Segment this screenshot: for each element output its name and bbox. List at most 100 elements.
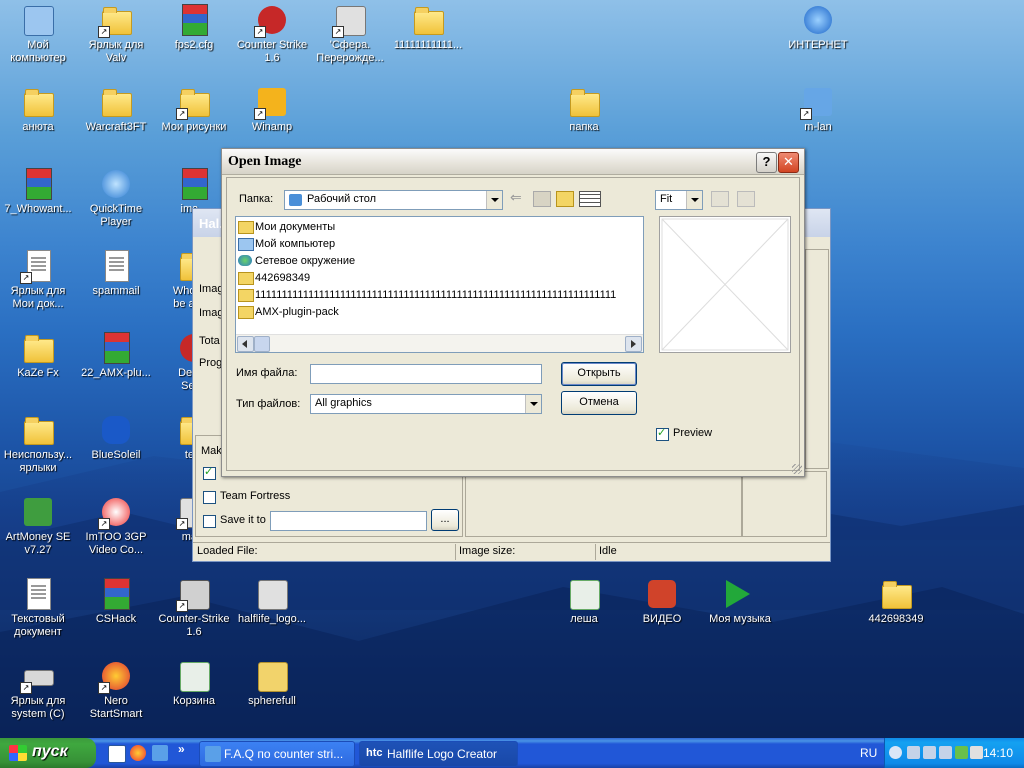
desktop-icon-label: папка [569, 121, 599, 133]
cs-icon: ↗ [176, 578, 210, 612]
volume-icon[interactable] [970, 746, 983, 759]
network-icon[interactable] [923, 746, 936, 759]
firefox-icon[interactable] [130, 745, 146, 761]
desktop-icon[interactable]: spammail [78, 250, 154, 298]
desktop-icon-label: Мой компьютер [10, 39, 66, 64]
quicklaunch-more-icon[interactable]: » [178, 742, 185, 756]
desktop-icon[interactable]: ↗ Counter Strike 1.6 [234, 4, 310, 65]
desktop-icon[interactable]: ↗ Ярлык для Мои док... [0, 250, 76, 311]
desktop-icon[interactable]: CSHack [78, 578, 154, 626]
open-button[interactable]: Открыть [561, 362, 637, 386]
back-arrow-icon[interactable]: ⇐ [510, 190, 526, 205]
desktop-icon[interactable]: Корзина [156, 660, 232, 708]
new-folder-icon[interactable] [556, 191, 574, 207]
desktop-icon[interactable]: Неиспользу... ярлыки [0, 414, 76, 475]
desktop-icon[interactable]: ↗ Ярлык для Valv [78, 4, 154, 65]
open-image-dialog[interactable]: Open Image ? ✕ Папка: Рабочий стол ⇐ Мои… [221, 148, 805, 477]
desktop-icon[interactable]: ↗ Counter-Strike 1.6 [156, 578, 232, 639]
quicklaunch-icon[interactable] [152, 745, 168, 761]
loaded-file-status: Loaded File: [197, 545, 258, 557]
desktop-icon[interactable]: ↗ ImTOO 3GP Video Co... [78, 496, 154, 557]
horizontal-scrollbar[interactable] [236, 334, 643, 352]
folder-icon [412, 4, 444, 36]
desktop-icon[interactable]: ↗ m-lan [780, 86, 856, 134]
windows-logo-icon [9, 745, 27, 761]
htc-icon: htc [366, 747, 383, 759]
filename-input[interactable] [310, 364, 542, 384]
desktop-icon[interactable]: ArtMoney SE v7.27 [0, 496, 76, 557]
save-path-input[interactable] [270, 511, 427, 531]
network-icon[interactable] [939, 746, 952, 759]
desktop-icon-label: Warcraft3FT [85, 121, 147, 133]
start-button[interactable]: пуск [0, 738, 96, 768]
desktop-icon[interactable]: папка [546, 86, 622, 134]
close-button[interactable]: ✕ [778, 152, 799, 173]
doc-icon [22, 578, 54, 610]
word-icon[interactable] [108, 745, 126, 763]
desktop-icon[interactable]: fps2.cfg [156, 4, 232, 52]
desktop-icon[interactable]: ↗ 'Сфера. Перерожде... [312, 4, 388, 65]
system-tray: 14:10 [884, 738, 1024, 768]
dialog-title-bar[interactable]: Open Image ? ✕ [222, 149, 804, 175]
desktop-icon[interactable]: halflife_logo... [234, 578, 310, 626]
view-menu-icon[interactable] [579, 191, 601, 207]
desktop-icon[interactable]: spherefull [234, 660, 310, 708]
folder-select[interactable]: Рабочий стол [284, 190, 503, 210]
tray-app-icon[interactable] [955, 746, 968, 759]
preview-checkbox[interactable] [656, 426, 669, 441]
desktop-icon[interactable]: ВИДЕО [624, 578, 700, 626]
zoom-icon[interactable] [711, 191, 729, 207]
task-halflife-logo-creator[interactable]: htc Halflife Logo Creator [359, 741, 518, 767]
desktop-icon[interactable]: ↗ Мои рисунки [156, 86, 232, 134]
desktop-icon-label: fps2.cfg [174, 39, 214, 51]
rar-icon [100, 578, 132, 610]
zoom-select[interactable]: Fit [655, 190, 703, 210]
make-checkbox[interactable] [203, 465, 216, 480]
desktop-icon[interactable]: анюта [0, 86, 76, 134]
file-list[interactable]: Мои документы Мой компьютер Сетевое окру… [235, 216, 644, 353]
desktop-icon[interactable]: 7_Whowant... [0, 168, 76, 216]
desktop-icon[interactable]: Текстовый документ [0, 578, 76, 639]
up-folder-icon[interactable] [533, 191, 551, 207]
desktop-icon[interactable]: ↗ Winamp [234, 86, 310, 134]
scroll-left-icon[interactable] [237, 336, 254, 352]
desktop-icon[interactable]: Моя музыка [702, 578, 778, 626]
chevron-down-icon[interactable] [525, 395, 541, 413]
browse-button[interactable]: ... [431, 509, 459, 531]
desktop-icon[interactable]: ИНТЕРНЕТ [780, 4, 856, 52]
scroll-thumb[interactable] [254, 336, 270, 352]
desktop-icon[interactable]: KaZe Fx [0, 332, 76, 380]
status-bar: Loaded File: Image size: Idle [193, 542, 830, 561]
scroll-right-icon[interactable] [625, 336, 642, 352]
resize-grip-icon[interactable] [792, 464, 802, 474]
desktop-icon[interactable]: 11111111111... [390, 4, 466, 52]
language-indicator[interactable]: RU [860, 746, 877, 760]
folder-icon [22, 332, 54, 364]
desktop-icon-label: анюта [22, 121, 54, 133]
desktop-icon[interactable]: Warcraft3FT [78, 86, 154, 134]
folder-icon [238, 306, 254, 319]
desktop-icon[interactable]: 22_AMX-plu... [78, 332, 154, 380]
cancel-button[interactable]: Отмена [561, 391, 637, 415]
desktop-icon[interactable]: 442698349 [858, 578, 934, 626]
desktop-icon[interactable]: ↗ Ярлык для system (C) [0, 660, 76, 721]
help-button[interactable]: ? [756, 152, 777, 173]
desktop-icon[interactable]: леша [546, 578, 622, 626]
desktop-icon [289, 194, 302, 206]
save-it-checkbox[interactable] [203, 515, 216, 528]
network-icon[interactable] [907, 746, 920, 759]
team-fortress-checkbox[interactable] [203, 491, 216, 504]
filetype-select[interactable]: All graphics [310, 394, 542, 414]
desktop-icon[interactable]: QuickTime Player [78, 168, 154, 229]
ie-icon [802, 4, 834, 36]
filename-label: Имя файла: [236, 367, 298, 379]
chevron-down-icon[interactable] [686, 191, 702, 209]
tray-expand-icon[interactable] [889, 746, 902, 759]
app-icon: ↗ [332, 4, 366, 38]
desktop-icon[interactable]: ↗ Nero StartSmart [78, 660, 154, 721]
desktop-icon[interactable]: Мой компьютер [0, 4, 76, 65]
chevron-down-icon[interactable] [486, 191, 502, 209]
play-icon[interactable] [737, 191, 755, 207]
desktop-icon[interactable]: BlueSoleil [78, 414, 154, 462]
task-faq[interactable]: F.A.Q по counter stri... [199, 741, 355, 767]
